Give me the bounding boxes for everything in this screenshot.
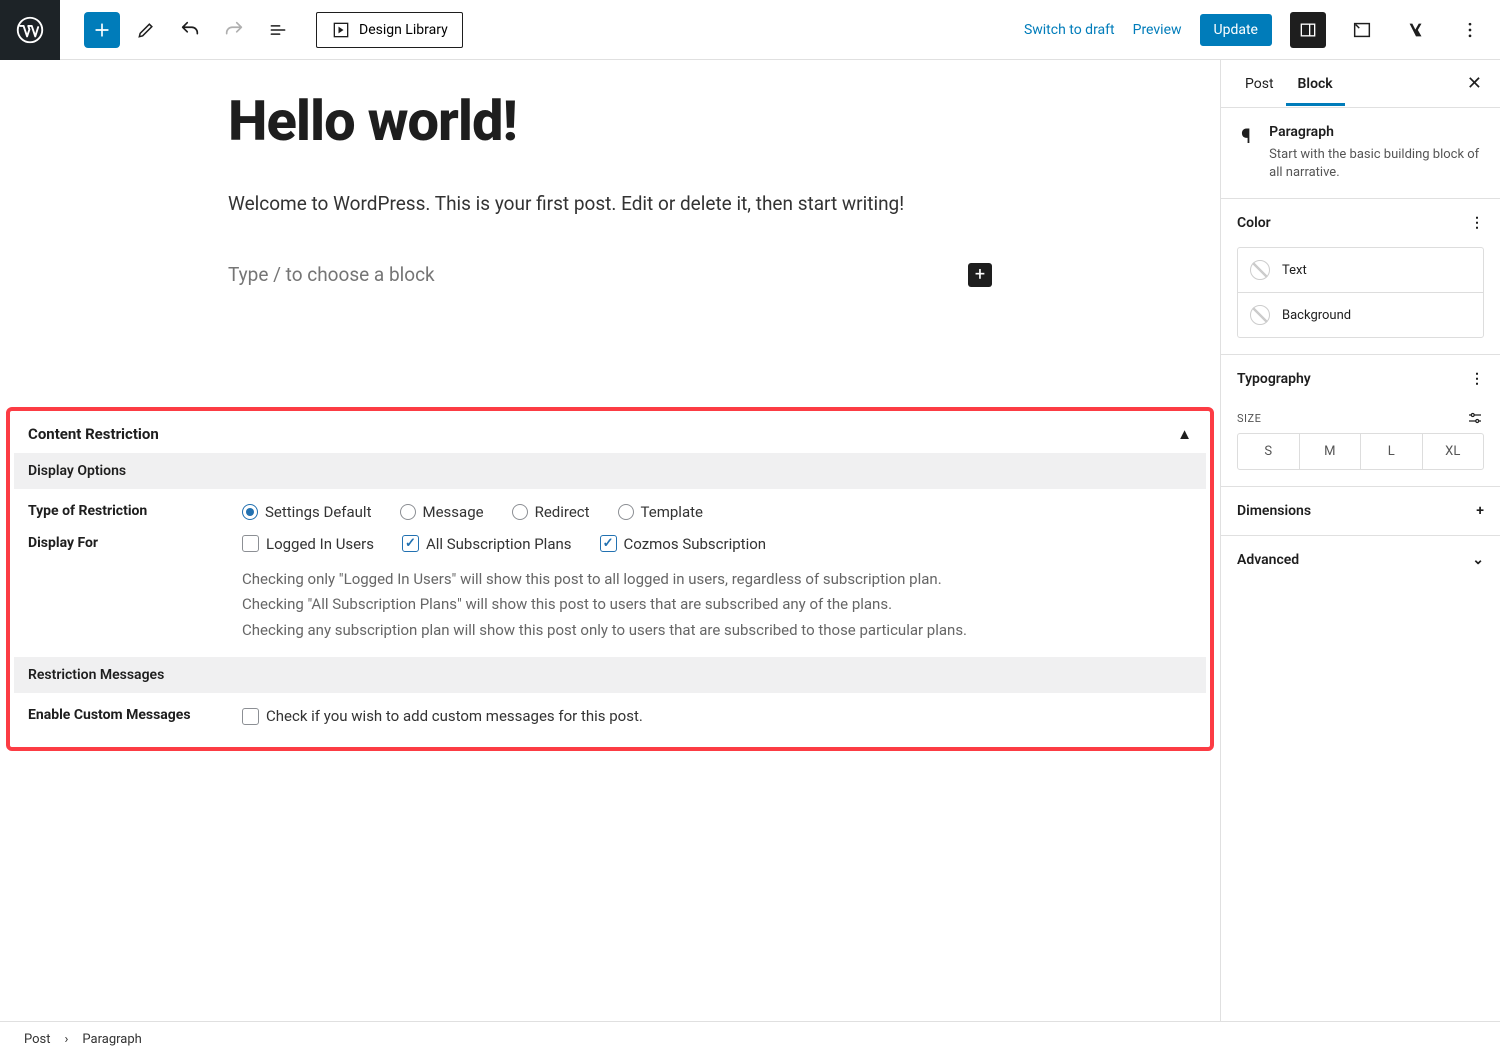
- dimensions-panel-toggle[interactable]: Dimensions +: [1221, 487, 1500, 535]
- breadcrumb: Post › Paragraph: [0, 1021, 1500, 1057]
- plus-icon[interactable]: +: [1476, 503, 1484, 519]
- option-label: Settings Default: [265, 503, 372, 521]
- display-for-option[interactable]: Cozmos Subscription: [600, 535, 767, 553]
- metabox-collapse-icon[interactable]: ▲: [1177, 425, 1192, 443]
- edit-icon[interactable]: [128, 12, 164, 48]
- metabox-header[interactable]: Content Restriction ▲: [14, 415, 1206, 453]
- wordpress-logo[interactable]: [0, 0, 60, 60]
- option-label: Message: [423, 503, 484, 521]
- font-size-l[interactable]: L: [1361, 434, 1423, 469]
- option-label: Template: [641, 503, 703, 521]
- radio-icon: [242, 504, 258, 520]
- option-label: Cozmos Subscription: [624, 535, 767, 553]
- chevron-right-icon: ›: [65, 1032, 69, 1047]
- inline-add-block-button[interactable]: +: [968, 263, 992, 287]
- restriction-messages-section: Restriction Messages: [14, 657, 1206, 693]
- advanced-panel-toggle[interactable]: Advanced ⌄: [1221, 536, 1500, 584]
- color-setting-text[interactable]: Text: [1237, 247, 1484, 292]
- switch-to-draft-button[interactable]: Switch to draft: [1024, 22, 1115, 38]
- font-size-m[interactable]: M: [1300, 434, 1362, 469]
- typography-panel-toggle[interactable]: Typography ⋮: [1221, 355, 1500, 403]
- redo-button[interactable]: [216, 12, 252, 48]
- radio-icon: [400, 504, 416, 520]
- color-label: Background: [1282, 308, 1351, 323]
- color-setting-background[interactable]: Background: [1237, 292, 1484, 338]
- metabox-title: Content Restriction: [28, 425, 159, 443]
- tab-post[interactable]: Post: [1233, 62, 1286, 106]
- panel-more-icon[interactable]: ⋮: [1470, 371, 1484, 387]
- tablet-preview-button[interactable]: [1344, 12, 1380, 48]
- restriction-type-option[interactable]: Message: [400, 503, 484, 521]
- color-swatch-icon: [1250, 305, 1270, 325]
- custom-messages-text: Check if you wish to add custom messages…: [266, 707, 643, 725]
- breadcrumb-block[interactable]: Paragraph: [82, 1032, 141, 1047]
- help-text: Checking any subscription plan will show…: [242, 618, 1192, 644]
- content-restriction-metabox: Content Restriction ▲ Display Options Ty…: [14, 415, 1206, 744]
- content-restriction-highlight: Content Restriction ▲ Display Options Ty…: [6, 407, 1214, 752]
- update-button[interactable]: Update: [1200, 14, 1272, 46]
- display-for-label: Display For: [28, 535, 242, 551]
- sidebar-toggle-button[interactable]: [1290, 12, 1326, 48]
- restriction-type-option[interactable]: Settings Default: [242, 503, 372, 521]
- breadcrumb-post[interactable]: Post: [24, 1032, 51, 1047]
- dimensions-panel-title: Dimensions: [1237, 503, 1311, 519]
- option-label: All Subscription Plans: [426, 535, 572, 553]
- display-options-section: Display Options: [14, 453, 1206, 489]
- document-overview-button[interactable]: [260, 12, 296, 48]
- design-library-button[interactable]: Design Library: [316, 12, 463, 48]
- option-label: Logged In Users: [266, 535, 374, 553]
- paragraph-block-icon: ¶: [1237, 124, 1255, 182]
- block-description: Start with the basic building block of a…: [1269, 146, 1484, 182]
- display-for-option[interactable]: All Subscription Plans: [402, 535, 572, 553]
- chevron-down-icon[interactable]: ⌄: [1472, 552, 1484, 568]
- checkbox-icon: [242, 535, 259, 552]
- size-label: Size: [1237, 412, 1261, 425]
- block-name: Paragraph: [1269, 124, 1484, 140]
- design-library-label: Design Library: [359, 22, 448, 38]
- kadence-icon[interactable]: [1398, 12, 1434, 48]
- restriction-type-option[interactable]: Template: [618, 503, 703, 521]
- post-paragraph[interactable]: Welcome to WordPress. This is your first…: [228, 190, 992, 219]
- add-block-button[interactable]: [84, 12, 120, 48]
- option-label: Redirect: [535, 503, 590, 521]
- tab-block[interactable]: Block: [1286, 62, 1345, 106]
- more-options-button[interactable]: [1452, 12, 1488, 48]
- help-text: Checking only "Logged In Users" will sho…: [242, 567, 1192, 593]
- restriction-type-option[interactable]: Redirect: [512, 503, 590, 521]
- typography-panel-title: Typography: [1237, 371, 1311, 387]
- radio-icon: [618, 504, 634, 520]
- display-for-option[interactable]: Logged In Users: [242, 535, 374, 553]
- size-settings-icon[interactable]: [1466, 409, 1484, 427]
- editor-toolbar: Design Library Switch to draft Preview U…: [0, 0, 1500, 60]
- advanced-panel-title: Advanced: [1237, 552, 1299, 568]
- checkbox-icon: [402, 535, 419, 552]
- checkbox-icon: [242, 708, 259, 725]
- undo-button[interactable]: [172, 12, 208, 48]
- restriction-type-label: Type of Restriction: [28, 503, 242, 519]
- color-swatch-icon: [1250, 260, 1270, 280]
- panel-more-icon[interactable]: ⋮: [1470, 215, 1484, 231]
- font-size-s[interactable]: S: [1238, 434, 1300, 469]
- checkbox-icon: [600, 535, 617, 552]
- block-appender-placeholder[interactable]: Type / to choose a block: [228, 263, 435, 286]
- custom-messages-checkbox[interactable]: Check if you wish to add custom messages…: [242, 707, 1192, 725]
- post-title[interactable]: Hello world!: [228, 88, 992, 154]
- color-panel-toggle[interactable]: Color ⋮: [1221, 199, 1500, 247]
- preview-button[interactable]: Preview: [1133, 22, 1182, 38]
- settings-sidebar: PostBlock ✕ ¶ Paragraph Start with the ba…: [1220, 60, 1500, 1021]
- help-text: Checking "All Subscription Plans" will s…: [242, 592, 1192, 618]
- custom-messages-label: Enable Custom Messages: [28, 707, 242, 723]
- color-panel-title: Color: [1237, 215, 1271, 231]
- sidebar-close-button[interactable]: ✕: [1461, 67, 1488, 100]
- radio-icon: [512, 504, 528, 520]
- color-label: Text: [1282, 263, 1307, 278]
- font-size-xl[interactable]: XL: [1423, 434, 1484, 469]
